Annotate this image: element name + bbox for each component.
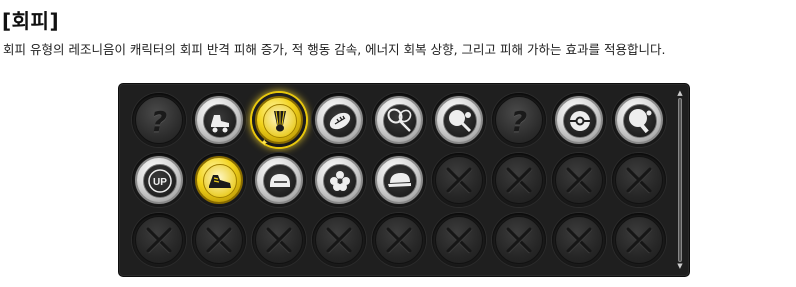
empty-slot-x-icon (195, 216, 243, 264)
resonance-slot[interactable]: ? (492, 93, 546, 147)
resonance-slot[interactable] (192, 93, 246, 147)
resonance-slot[interactable] (192, 153, 246, 207)
empty-slot-x-icon (435, 216, 483, 264)
coin-face (203, 104, 237, 138)
resonance-slot[interactable] (312, 213, 366, 267)
resonance-slot[interactable]: ? (132, 93, 186, 147)
empty-slot-x-icon (555, 216, 603, 264)
shuttlecock-icon (255, 96, 303, 144)
resonance-slot[interactable] (552, 153, 606, 207)
scrollbar[interactable]: ▲ ▼ (676, 90, 684, 270)
resonance-slot[interactable] (552, 93, 606, 147)
empty-slot-x-icon (555, 156, 603, 204)
resonance-slot[interactable] (552, 213, 606, 267)
empty-slot-x-icon (495, 216, 543, 264)
coin-face (263, 104, 297, 138)
section-description: 회피 유형의 레조니음이 캐릭터의 회피 반격 피해 증가, 적 행동 감속, … (3, 42, 666, 57)
empty-slot-x-icon (495, 156, 543, 204)
helmet-icon (255, 156, 303, 204)
coin-face (383, 104, 417, 138)
coin-face (323, 104, 357, 138)
resonance-slot[interactable] (432, 153, 486, 207)
pokeball-icon (555, 96, 603, 144)
resonance-slot[interactable] (252, 153, 306, 207)
table-tennis-racket-icon (435, 96, 483, 144)
coin-face (443, 104, 477, 138)
resonance-slot[interactable] (612, 153, 666, 207)
coin-face (623, 104, 657, 138)
locked-glyph: ? (150, 105, 168, 138)
empty-slot-x-icon (615, 216, 663, 264)
resonance-slot[interactable] (492, 153, 546, 207)
resonance-slot[interactable] (432, 213, 486, 267)
coin-face (323, 164, 357, 198)
section-title: [회피] (2, 9, 60, 33)
resonance-grid-panel: ? ✦? UP ▲ ▼ (118, 83, 690, 277)
empty-slot-x-icon (135, 216, 183, 264)
ping-pong-paddle-icon (615, 96, 663, 144)
resonance-slot[interactable] (252, 213, 306, 267)
resonance-slot[interactable] (372, 93, 426, 147)
question-mark-icon: ? (135, 96, 183, 144)
coin-face: UP (143, 164, 177, 198)
resonance-slot[interactable] (492, 213, 546, 267)
sneaker-icon (195, 156, 243, 204)
coin-face (383, 164, 417, 198)
empty-slot-x-icon (615, 156, 663, 204)
resonance-slot[interactable] (612, 213, 666, 267)
resonance-slot[interactable] (372, 153, 426, 207)
up-badge-icon: UP (135, 156, 183, 204)
empty-slot-x-icon (315, 216, 363, 264)
cap-icon (375, 156, 423, 204)
scroll-up-arrow-icon[interactable]: ▲ (676, 90, 684, 97)
resonance-slot[interactable] (312, 93, 366, 147)
empty-slot-x-icon (255, 216, 303, 264)
flower-icon (315, 156, 363, 204)
scroll-thumb[interactable] (678, 98, 682, 262)
coin-face (263, 164, 297, 198)
american-football-icon (315, 96, 363, 144)
resonance-slot[interactable] (372, 213, 426, 267)
resonance-slot[interactable]: UP (132, 153, 186, 207)
question-mark-icon: ? (495, 96, 543, 144)
resonance-slot[interactable] (312, 153, 366, 207)
resonance-slot[interactable] (132, 213, 186, 267)
locked-glyph: ? (510, 105, 528, 138)
empty-slot-x-icon (435, 156, 483, 204)
scroll-down-arrow-icon[interactable]: ▼ (676, 263, 684, 270)
resonance-slot[interactable]: ✦ (252, 93, 306, 149)
empty-slot-x-icon (375, 216, 423, 264)
svg-text:UP: UP (153, 177, 167, 188)
roller-skate-icon (195, 96, 243, 144)
sparkle-icon: ✦ (260, 138, 269, 149)
badminton-racket-icon (375, 96, 423, 144)
resonance-slot[interactable] (192, 213, 246, 267)
resonance-slot[interactable] (432, 93, 486, 147)
coin-face (203, 164, 237, 198)
coin-face (563, 104, 597, 138)
resonance-slot[interactable] (612, 93, 666, 147)
